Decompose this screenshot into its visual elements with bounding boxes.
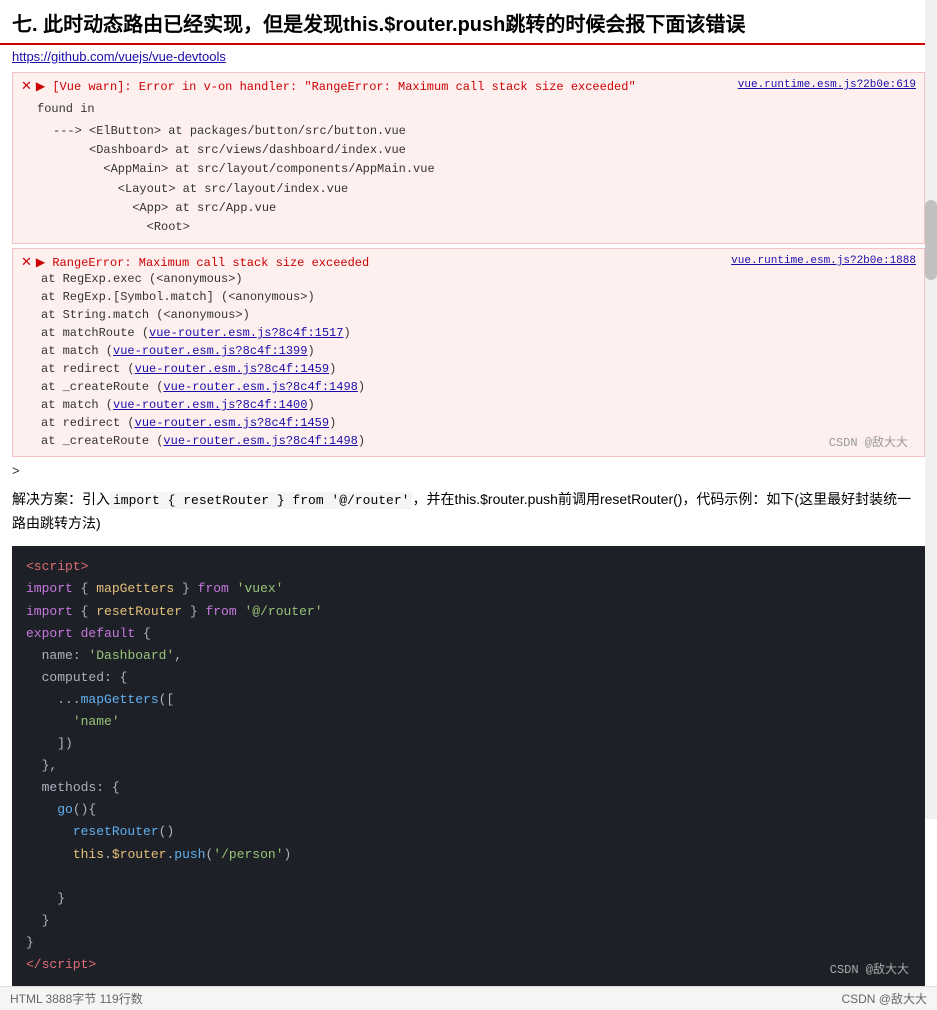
error-block-1: ✕ ▶ [Vue warn]: Error in v-on handler: "… xyxy=(12,72,925,244)
footer-right: CSDN @敌大大 xyxy=(841,990,927,1007)
code-line: computed: { xyxy=(26,667,911,689)
stack-line: ---> <ElButton> at packages/button/src/b… xyxy=(53,122,916,141)
at-line: at redirect (vue-router.esm.js?8c4f:1459… xyxy=(41,414,916,432)
footer-left: HTML 3888字节 119行数 xyxy=(10,990,143,1007)
code-line: }, xyxy=(26,755,911,777)
section-heading: 七. 此时动态路由已经实现，但是发现this.$router.push跳转的时候… xyxy=(0,0,937,45)
code-line: import { mapGetters } from 'vuex' xyxy=(26,578,911,600)
code-line: go(){ xyxy=(26,799,911,821)
stack-line: <AppMain> at src/layout/components/AppMa… xyxy=(53,160,916,179)
watermark-code: CSDN @敌大大 xyxy=(830,960,909,980)
code-line: import { resetRouter } from '@/router' xyxy=(26,601,911,623)
scrollbar-thumb[interactable] xyxy=(925,200,937,280)
error-message-2: ▶ RangeError: Maximum call stack size ex… xyxy=(36,255,723,270)
at-line: at match (vue-router.esm.js?8c4f:1400) xyxy=(41,396,916,414)
code-line: </script> xyxy=(26,954,911,976)
code-line xyxy=(26,866,911,888)
error-link-2[interactable]: vue.runtime.esm.js?2b0e:1888 xyxy=(731,255,916,267)
at-link[interactable]: vue-router.esm.js?8c4f:1517 xyxy=(149,326,343,340)
url-bar[interactable]: https://github.com/vuejs/vue-devtools xyxy=(0,45,937,68)
at-link[interactable]: vue-router.esm.js?8c4f:1498 xyxy=(163,434,357,448)
watermark-error2: CSDN @敌大大 xyxy=(829,433,908,450)
at-link[interactable]: vue-router.esm.js?8c4f:1498 xyxy=(163,380,357,394)
at-line: at RegExp.[Symbol.match] (<anonymous>) xyxy=(41,288,916,306)
code-line: 'name' xyxy=(26,711,911,733)
stack-trace-1: ---> <ElButton> at packages/button/src/b… xyxy=(53,122,916,237)
page-footer: HTML 3888字节 119行数 CSDN @敌大大 xyxy=(0,986,937,1010)
scrollbar[interactable] xyxy=(925,0,937,819)
solution-text: 解决方案：引入import { resetRouter } from '@/ro… xyxy=(0,480,937,542)
at-link[interactable]: vue-router.esm.js?8c4f:1459 xyxy=(135,416,329,430)
at-line: at _createRoute (vue-router.esm.js?8c4f:… xyxy=(41,378,916,396)
at-line: at matchRoute (vue-router.esm.js?8c4f:15… xyxy=(41,324,916,342)
code-line: this.$router.push('/person') xyxy=(26,844,911,866)
code-line: methods: { xyxy=(26,777,911,799)
code-line: export default { xyxy=(26,623,911,645)
code-line: } xyxy=(26,932,911,954)
stack-line: <Dashboard> at src/views/dashboard/index… xyxy=(53,141,916,160)
code-line: } xyxy=(26,910,911,932)
at-line: at String.match (<anonymous>) xyxy=(41,306,916,324)
code-line: <script> xyxy=(26,556,911,578)
more-indicator[interactable]: > xyxy=(0,461,937,480)
error-icon-1: ✕ xyxy=(21,79,32,94)
found-in-label: found in xyxy=(37,100,916,118)
error-subtext-1: found in ---> <ElButton> at packages/but… xyxy=(37,100,916,237)
at-line: at redirect (vue-router.esm.js?8c4f:1459… xyxy=(41,360,916,378)
stack-line: <App> at src/App.vue xyxy=(53,199,916,218)
stack-line: <Root> xyxy=(53,218,916,237)
at-line: at _createRoute (vue-router.esm.js?8c4f:… xyxy=(41,432,916,450)
at-link[interactable]: vue-router.esm.js?8c4f:1399 xyxy=(113,344,307,358)
code-block: <script> import { mapGetters } from 'vue… xyxy=(12,546,925,986)
at-link[interactable]: vue-router.esm.js?8c4f:1400 xyxy=(113,398,307,412)
error-block-2: ✕ ▶ RangeError: Maximum call stack size … xyxy=(12,248,925,457)
error-message-1: ▶ [Vue warn]: Error in v-on handler: "Ra… xyxy=(36,79,730,94)
at-line: at match (vue-router.esm.js?8c4f:1399) xyxy=(41,342,916,360)
code-line: } xyxy=(26,888,911,910)
error-link-1[interactable]: vue.runtime.esm.js?2b0e:619 xyxy=(738,79,916,91)
at-link[interactable]: vue-router.esm.js?8c4f:1459 xyxy=(135,362,329,376)
at-line: at RegExp.exec (<anonymous>) xyxy=(41,270,916,288)
stack-line: <Layout> at src/layout/index.vue xyxy=(53,180,916,199)
code-line: name: 'Dashboard', xyxy=(26,645,911,667)
code-line: ...mapGetters([ xyxy=(26,689,911,711)
code-line: ]) xyxy=(26,733,911,755)
code-line: resetRouter() xyxy=(26,821,911,843)
error-icon-2: ✕ xyxy=(21,255,32,270)
